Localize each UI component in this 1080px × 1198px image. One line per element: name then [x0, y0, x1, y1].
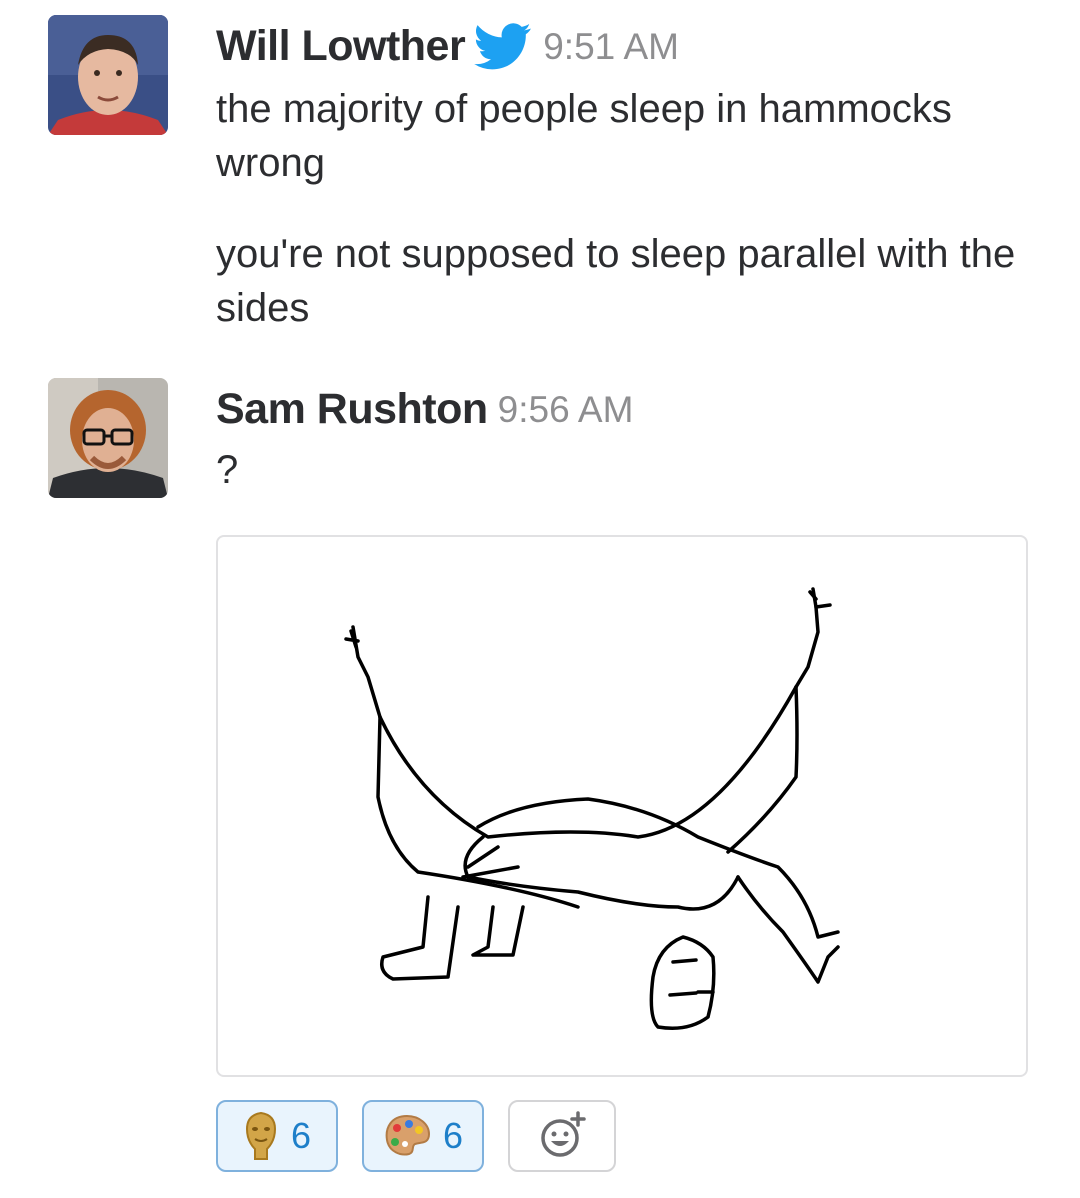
author-name[interactable]: Will Lowther — [216, 22, 466, 71]
message-timestamp[interactable]: 9:51 AM — [543, 26, 679, 68]
add-reaction-button[interactable] — [508, 1100, 616, 1172]
message-header: Sam Rushton 9:56 AM — [216, 385, 633, 434]
bafta-mask-icon — [243, 1111, 279, 1161]
reaction-count: 6 — [290, 1115, 312, 1156]
avatar-image — [48, 378, 168, 498]
artist-palette-icon — [383, 1114, 431, 1158]
avatar-sam-rushton[interactable] — [48, 378, 168, 498]
reactions-bar: 6 6 — [216, 1100, 616, 1172]
reaction-artist-palette[interactable]: 6 — [362, 1100, 484, 1172]
avatar-will-lowther[interactable] — [48, 15, 168, 135]
message-header: Will Lowther 9:51 AM — [216, 22, 679, 71]
hammock-sketch-image — [344, 587, 840, 1030]
image-attachment-hammock-drawing[interactable] — [216, 535, 1028, 1077]
message-text: ? — [216, 448, 239, 492]
message-timestamp[interactable]: 9:56 AM — [498, 389, 634, 431]
reaction-count: 6 — [442, 1115, 464, 1156]
author-name[interactable]: Sam Rushton — [216, 385, 488, 434]
add-reaction-icon — [536, 1110, 588, 1162]
avatar-image — [48, 15, 168, 135]
twitter-bird-icon — [473, 22, 533, 71]
message-text-1: the majority of people sleep in hammocks… — [216, 87, 952, 185]
message-text-2: you're not supposed to sleep parallel wi… — [216, 232, 1016, 330]
reaction-bafta[interactable]: 6 — [216, 1100, 338, 1172]
